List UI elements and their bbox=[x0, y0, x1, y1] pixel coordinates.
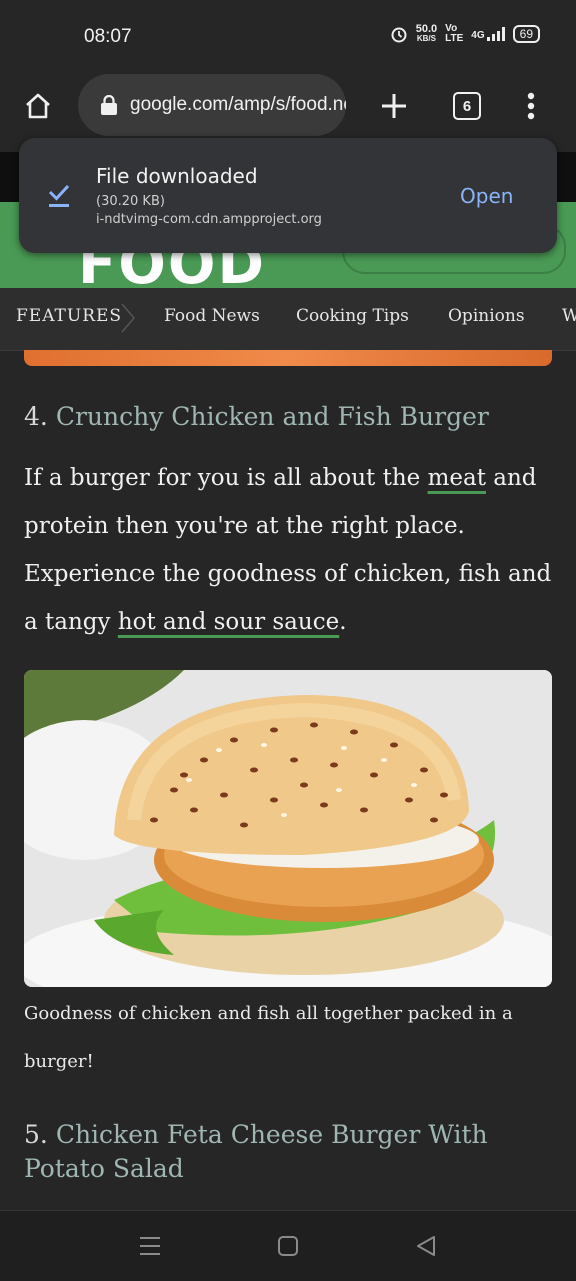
triangle-back-icon bbox=[417, 1236, 435, 1256]
battery-indicator: 69 bbox=[512, 25, 540, 43]
toast-source: i-ndtvimg-com.cdn.ampproject.org bbox=[96, 212, 322, 227]
previous-article-image bbox=[24, 350, 552, 366]
url-text: google.com/amp/s/food.ndtv.com bbox=[130, 94, 346, 115]
menu-lines-icon bbox=[140, 1237, 160, 1255]
download-toast: File downloaded (30.20 KB) i-ndtvimg-com… bbox=[19, 138, 557, 253]
net-speed: 50.0 KB/S bbox=[415, 23, 438, 44]
hot-and-sour-sauce-link[interactable]: hot and sour sauce bbox=[118, 609, 339, 635]
signal-bars-icon bbox=[486, 27, 505, 41]
home-button[interactable] bbox=[14, 82, 62, 130]
plus-icon bbox=[382, 94, 406, 118]
item-4-title-link[interactable]: Crunchy Chicken and Fish Burger bbox=[56, 402, 489, 431]
item-4-description: If a burger for you is all about the mea… bbox=[24, 465, 552, 635]
meat-link[interactable]: meat bbox=[428, 465, 486, 491]
burger-image bbox=[24, 670, 552, 987]
menu-button[interactable] bbox=[507, 82, 555, 130]
home-icon bbox=[26, 93, 50, 119]
toast-open-button[interactable]: Open bbox=[460, 184, 513, 208]
alarm-icon bbox=[391, 27, 407, 43]
item-5-number: 5. bbox=[24, 1120, 48, 1149]
new-tab-button[interactable] bbox=[370, 82, 418, 130]
tab-count: 6 bbox=[453, 92, 481, 120]
category-opinions[interactable]: Opinions bbox=[448, 306, 525, 326]
volte-indicator: Vo LTE bbox=[445, 23, 464, 44]
status-icons: 50.0 KB/S Vo LTE 4G 69 bbox=[390, 24, 540, 44]
download-done-icon bbox=[48, 184, 70, 207]
lock-icon bbox=[101, 95, 117, 115]
burger-illustration bbox=[24, 670, 552, 987]
address-bar[interactable]: google.com/amp/s/food.ndtv.com bbox=[78, 74, 346, 136]
clock: 08:07 bbox=[84, 26, 132, 47]
recent-apps-button[interactable] bbox=[126, 1222, 174, 1270]
category-nav: FEATURES Food News Cooking Tips Opinions… bbox=[0, 288, 576, 351]
system-nav-bar bbox=[0, 1210, 576, 1281]
toast-file-size: (30.20 KB) bbox=[96, 194, 165, 209]
square-icon bbox=[278, 1236, 298, 1256]
toast-title: File downloaded bbox=[96, 164, 258, 188]
item-4-number: 4. bbox=[24, 402, 48, 431]
category-more[interactable]: W bbox=[562, 306, 576, 326]
item-5-title-link[interactable]: Chicken Feta Cheese Burger With Potato S… bbox=[24, 1120, 488, 1183]
category-food-news[interactable]: Food News bbox=[164, 306, 260, 326]
category-features[interactable]: FEATURES bbox=[16, 306, 122, 326]
status-bar: 08:07 50.0 KB/S Vo LTE 4G 69 bbox=[0, 0, 576, 72]
tab-switcher-button[interactable]: 6 bbox=[443, 82, 491, 130]
signal-indicator: 4G bbox=[471, 27, 505, 41]
more-vert-icon bbox=[527, 92, 535, 120]
image-caption: Goodness of chicken and fish all togethe… bbox=[24, 1003, 513, 1072]
item-5-heading: 5. Chicken Feta Cheese Burger With Potat… bbox=[24, 1118, 554, 1186]
item-4-heading: 4. Crunchy Chicken and Fish Burger bbox=[24, 402, 489, 431]
back-button[interactable] bbox=[402, 1222, 450, 1270]
category-cooking-tips[interactable]: Cooking Tips bbox=[296, 306, 409, 326]
home-nav-button[interactable] bbox=[264, 1222, 312, 1270]
chevron-right-icon bbox=[121, 303, 135, 333]
